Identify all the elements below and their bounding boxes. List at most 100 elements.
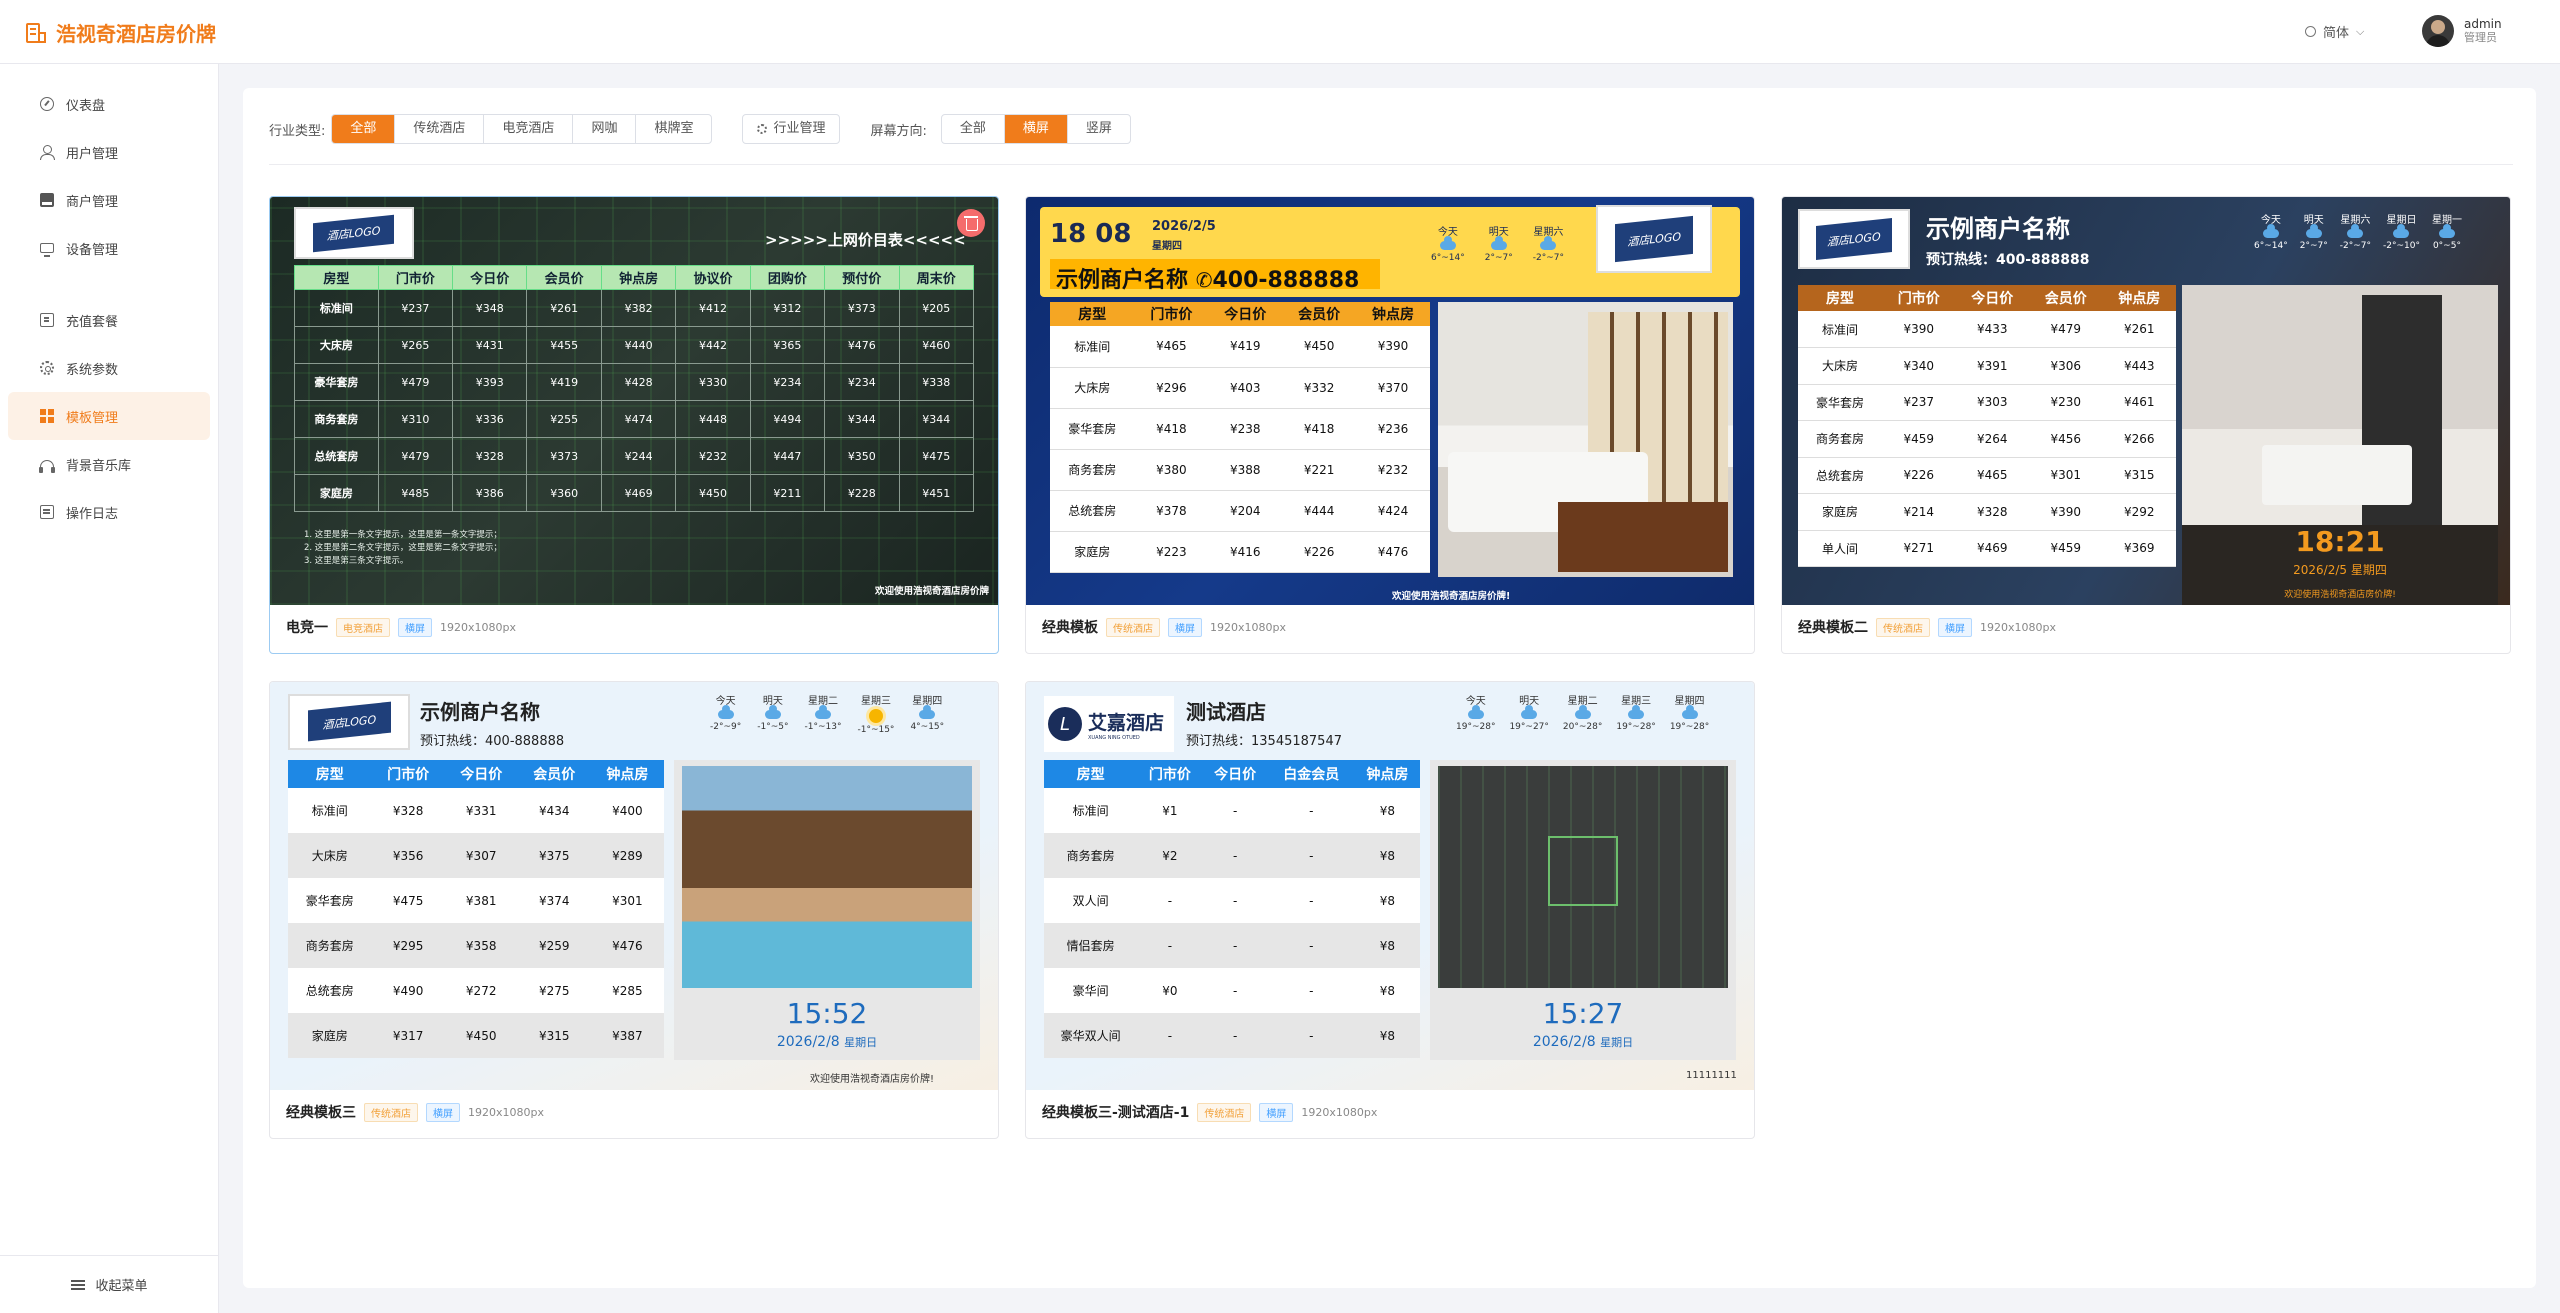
template-preview[interactable]: 酒店LOGO 示例商户名称 预订热线：400-888888 今天 6°~14° 明天… [1782, 197, 2510, 605]
table-row: 家庭房 ¥214 ¥328 ¥390 ¥292 [1798, 493, 2176, 531]
board-footer: 11111111 [1686, 1070, 1737, 1081]
table-cell: - [1232, 938, 1238, 953]
table-cell: - [1167, 893, 1173, 908]
template-preview[interactable]: L 艾嘉酒店 XUANG NING OTUED 测试酒店 预订热线：1354518… [1026, 682, 1754, 1090]
industry-option-netcafe[interactable]: 网咖 [572, 115, 635, 143]
table-cell: ¥2 [1162, 848, 1178, 863]
divider [269, 164, 2513, 165]
table-cell: ¥358 [465, 938, 497, 953]
merchant-name: 示例商户名称 ✆400-888888 [1056, 262, 1359, 294]
template-card[interactable]: L 艾嘉酒店 XUANG NING OTUED 测试酒店 预订热线：1354518… [1025, 681, 1755, 1139]
table-cell: ¥232 [675, 437, 751, 475]
sidebar-item-logs[interactable]: 操作日志 [8, 488, 210, 536]
board-footer: 欢迎使用浩视奇酒店房价牌! [1392, 591, 1511, 602]
table-row: 标准间 ¥465 ¥419 ¥450 ¥390 [1050, 326, 1430, 368]
gear-icon [757, 124, 768, 134]
card-meta: 经典模板三-测试酒店-1 传统酒店 横屏 1920x1080px [1042, 1102, 1377, 1122]
industry-tag: 传统酒店 [364, 1102, 418, 1122]
weather-day: 星期四 19°~28° [1670, 692, 1709, 732]
table-row: 标准间 ¥390 ¥433 ¥479 ¥261 [1798, 311, 2176, 348]
column-header: 门市价 [1137, 760, 1203, 788]
weather-day: 星期二 20°~28° [1563, 692, 1602, 732]
sidebar-item-music[interactable]: 背景音乐库 [8, 440, 210, 488]
table-cell: ¥244 [600, 437, 677, 475]
language-switcher[interactable]: 简体 ⌵ [2305, 22, 2364, 41]
cloud-icon [764, 705, 781, 719]
table-row: 家庭房 ¥317 ¥450 ¥315 ¥387 [288, 1013, 664, 1058]
sidebar-item-devices[interactable]: 设备管理 [8, 224, 210, 272]
weather-forecast: 今天 6°~14° 明天 2°~7° 星期六 -2°~7° 星期日 -2°~10° 星期一 0°~… [2254, 211, 2462, 251]
column-header: 今日价 [1955, 285, 2029, 311]
table-cell: ¥214 [1882, 493, 1956, 531]
sidebar-item-packages[interactable]: 充值套餐 [8, 296, 210, 344]
orientation-option-portrait[interactable]: 竖屏 [1066, 115, 1130, 143]
template-card[interactable]: 酒店LOGO >>>>>上网价目表<<<<< 房型 门市价 今日价 会员价 钟点房 协议价… [269, 196, 999, 654]
template-card[interactable]: 18 08 2026/2/5 星期四 示例商户名称 ✆400-888888 今天… [1025, 196, 1755, 654]
table-cell: ¥271 [1882, 530, 1956, 567]
delete-icon[interactable] [957, 209, 985, 237]
table-row: 商务套房 ¥459 ¥264 ¥456 ¥266 [1798, 420, 2176, 458]
table-cell: 总统套房 [1050, 490, 1135, 532]
table-cell: ¥265 [377, 326, 454, 364]
table-cell: ¥340 [1882, 347, 1956, 385]
industry-manage-button[interactable]: 行业管理 [742, 114, 841, 144]
sidebar-item-dashboard[interactable]: 仪表盘 [8, 80, 210, 128]
cloud-icon [2262, 224, 2279, 238]
package-icon [40, 313, 54, 327]
cloud-icon [2305, 224, 2322, 238]
table-cell: ¥378 [1134, 490, 1209, 532]
weather-temp: 4°~15° [910, 722, 945, 732]
sidebar-item-templates[interactable]: 模板管理 [8, 392, 210, 440]
sidebar-item-settings[interactable]: 系统参数 [8, 344, 210, 392]
table-cell: ¥338 [898, 363, 975, 401]
weather-day: 星期三 -1°~15° [857, 692, 894, 735]
note-line: 1. 这里是第一条文字提示，这里是第一条文字提示； [304, 530, 502, 540]
column-header: 今日价 [1208, 302, 1283, 326]
industry-tag: 传统酒店 [1876, 617, 1930, 637]
column-header: 会员价 [2028, 285, 2103, 311]
template-card[interactable]: 酒店LOGO 示例商户名称 预订热线：400-888888 今天 6°~14° 明天… [1781, 196, 2511, 654]
brand[interactable]: 浩视奇酒店房价牌 [24, 18, 216, 47]
table-cell: ¥317 [392, 1028, 424, 1043]
industry-option-chess[interactable]: 棋牌室 [635, 115, 711, 143]
table-row: 豪华套房 ¥479 ¥393 ¥419 ¥428 ¥330 ¥234 ¥234 ¥338 [294, 363, 975, 401]
table-cell: - [1232, 893, 1238, 908]
cloud-icon [1467, 705, 1484, 719]
orientation-option-all[interactable]: 全部 [942, 115, 1004, 143]
sidebar-item-merchants[interactable]: 商户管理 [8, 176, 210, 224]
template-card[interactable]: 酒店LOGO 示例商户名称 预订热线：400-888888 今天 -2°~9° 明天… [269, 681, 999, 1139]
orientation-option-landscape[interactable]: 横屏 [1003, 115, 1067, 143]
industry-option-traditional[interactable]: 传统酒店 [394, 115, 483, 143]
resort-photo [682, 766, 972, 988]
table-cell: ¥403 [1208, 367, 1283, 409]
column-header: 门市价 [1882, 285, 1956, 311]
weather-forecast: 今天 -2°~9° 明天 -1°~5° 星期二 -1°~13° 星期三 -1°~15° 星期四 4… [710, 692, 944, 735]
industry-option-all[interactable]: 全部 [332, 115, 395, 143]
table-cell: ¥381 [465, 893, 497, 908]
weather-temp: 6°~14° [2254, 241, 2288, 251]
template-preview[interactable]: 酒店LOGO >>>>>上网价目表<<<<< 房型 门市价 今日价 会员价 钟点房 协议价… [270, 197, 998, 605]
hotel-logo: 酒店LOGO [1798, 209, 1910, 269]
table-cell: ¥419 [1208, 326, 1283, 368]
sidebar-item-users[interactable]: 用户管理 [8, 128, 210, 176]
template-preview[interactable]: 酒店LOGO 示例商户名称 预订热线：400-888888 今天 -2°~9° 明天… [270, 682, 998, 1090]
app-title: 浩视奇酒店房价牌 [56, 22, 216, 46]
resolution: 1920x1080px [1210, 620, 1286, 634]
table-cell: ¥373 [526, 437, 602, 475]
table-cell: ¥259 [539, 938, 570, 953]
card-meta: 电竞一 电竞酒店 横屏 1920x1080px [286, 617, 516, 637]
sidebar-item-label: 背景音乐库 [66, 458, 132, 474]
collapse-menu-button[interactable]: 收起菜单 [0, 1255, 219, 1313]
weather-day: 今天 -2°~9° [710, 692, 741, 735]
weather-temp: 19°~28° [1456, 722, 1496, 732]
room-photo [2182, 285, 2498, 525]
table-cell: ¥494 [749, 400, 826, 438]
industry-option-esports[interactable]: 电竞酒店 [483, 115, 572, 143]
user-menu[interactable]: admin 管理员 [2422, 15, 2502, 47]
orientation-tag: 横屏 [1938, 617, 1972, 637]
table-row: 豪华间 ¥0 - - ¥8 [1044, 968, 1420, 1013]
avatar[interactable] [2422, 15, 2454, 47]
table-cell: 标准间 [1072, 804, 1109, 818]
template-preview[interactable]: 18 08 2026/2/5 星期四 示例商户名称 ✆400-888888 今天… [1026, 197, 1754, 605]
table-cell: - [1309, 803, 1314, 818]
